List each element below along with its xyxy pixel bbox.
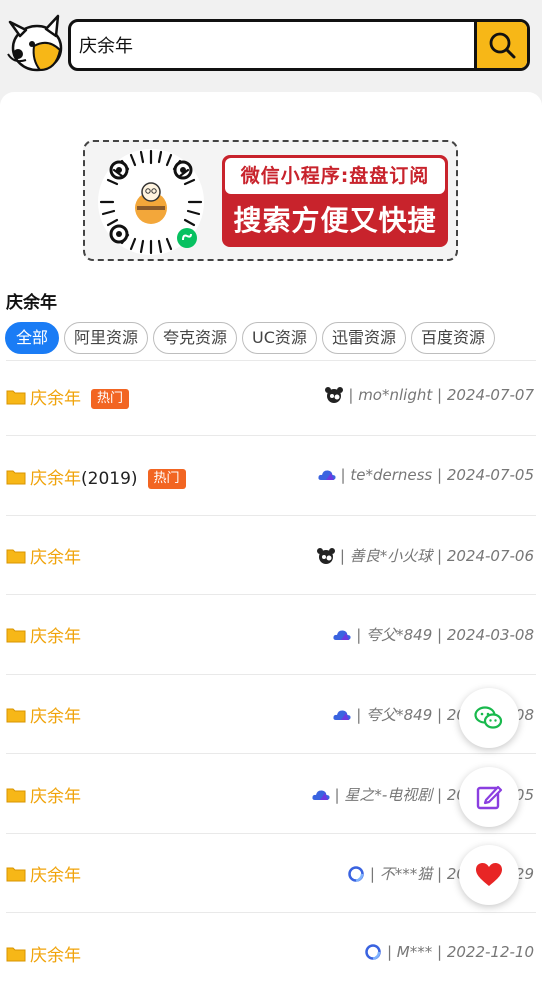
result-title[interactable]: 庆余年: [30, 941, 81, 966]
folder-icon: [6, 708, 26, 723]
ring-icon: [348, 865, 364, 882]
folder-icon: [6, 947, 26, 962]
panda-icon: [316, 547, 335, 564]
search-button[interactable]: [474, 22, 527, 68]
result-row[interactable]: 庆余年(2019) 热门 | te*derness | 2024-07-05: [0, 450, 542, 510]
result-meta: | mo*nlight | 2024-07-07: [324, 386, 534, 404]
search-input[interactable]: [71, 22, 475, 68]
hot-badge: 热门: [147, 469, 186, 489]
mini-program-qr-code-icon: [98, 149, 204, 255]
hot-badge: 热门: [91, 389, 130, 409]
tab-quark[interactable]: 夸克资源: [153, 322, 238, 354]
section-title: 庆余年: [6, 293, 57, 313]
folder-icon: [6, 390, 26, 405]
result-title[interactable]: 庆余年: [30, 782, 81, 807]
result-title[interactable]: 庆余年: [30, 543, 81, 568]
folder-icon: [6, 628, 26, 643]
dog-logo-icon[interactable]: [4, 12, 66, 74]
cloud-icon: [333, 629, 351, 640]
tab-uc[interactable]: UC资源: [242, 322, 317, 354]
divider: [6, 833, 536, 834]
tab-aliyun[interactable]: 阿里资源: [64, 322, 149, 354]
divider: [6, 515, 536, 516]
ring-icon: [365, 944, 381, 960]
edit-fab-button[interactable]: [459, 767, 519, 827]
tab-all[interactable]: 全部: [5, 322, 60, 354]
cloud-icon: [311, 789, 330, 800]
divider: [6, 594, 536, 595]
banner-panel: 微信小程序:盘盘订阅 搜索方便又快捷: [222, 155, 448, 247]
wechat-fab-button[interactable]: [459, 688, 519, 748]
edit-icon: [476, 785, 503, 810]
result-title[interactable]: 庆余年: [30, 702, 81, 727]
result-title[interactable]: 庆余年 热门: [30, 384, 130, 409]
cloud-icon: [317, 470, 336, 480]
folder-icon: [6, 867, 26, 882]
favorite-fab-button[interactable]: [459, 845, 519, 905]
mini-program-banner[interactable]: 微信小程序:盘盘订阅 搜索方便又快捷: [83, 140, 458, 261]
heart-icon: [476, 863, 502, 886]
results-card: 微信小程序:盘盘订阅 搜索方便又快捷 庆余年 全部 阿里资源 夸克资源 UC资源 迅雷资…: [0, 92, 542, 992]
folder-icon: [6, 788, 26, 803]
banner-bottom-text: 搜索方便又快捷: [233, 204, 437, 237]
result-row[interactable]: 庆余年 热门 | mo*nlight | 2024-07-07: [0, 370, 542, 430]
result-title[interactable]: 庆余年(2019) 热门: [30, 464, 186, 489]
folder-icon: [6, 549, 26, 564]
tab-xunlei[interactable]: 迅雷资源: [321, 322, 406, 354]
result-meta: | M*** | 2022-12-10: [363, 943, 534, 961]
search-box: [68, 19, 530, 71]
divider: [6, 674, 536, 675]
cloud-icon: [333, 709, 351, 720]
search-icon: [489, 32, 516, 59]
result-row[interactable]: 庆余年 | M*** | 2022-12-10: [0, 927, 542, 987]
result-meta: | te*derness | 2024-07-05: [317, 466, 534, 484]
panda-icon: [325, 387, 344, 403]
result-title[interactable]: 庆余年: [30, 622, 81, 647]
result-meta: | 夸父*849 | 2024-03-08: [332, 624, 534, 645]
wechat-icon: [474, 706, 503, 729]
result-row[interactable]: 庆余年 | 善良*小火球 | 2024-07-06: [0, 529, 542, 589]
source-tabs: 全部 阿里资源 夸克资源 UC资源 迅雷资源 百度资源: [5, 322, 500, 354]
result-meta: | 善良*小火球 | 2024-07-06: [316, 545, 534, 566]
result-row[interactable]: 庆余年 | 夸父*849 | 2024-03-08: [0, 608, 542, 668]
divider: [6, 912, 536, 913]
result-title[interactable]: 庆余年: [30, 861, 81, 886]
tab-baidu[interactable]: 百度资源: [410, 322, 495, 354]
header: [0, 0, 542, 90]
divider: [6, 435, 536, 436]
folder-icon: [6, 470, 26, 485]
banner-top-text: 微信小程序:盘盘订阅: [225, 158, 445, 194]
divider: [6, 753, 536, 754]
divider: [6, 360, 536, 361]
